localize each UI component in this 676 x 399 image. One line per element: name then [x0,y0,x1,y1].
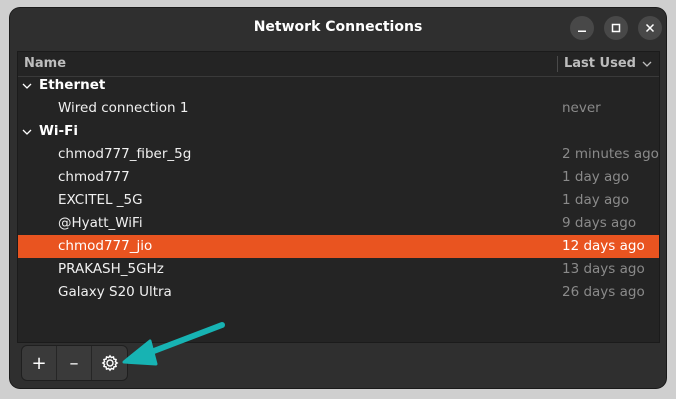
last-used-time: 9 days ago [562,215,637,231]
group-label: Wi-Fi [39,123,78,139]
group-row[interactable]: Wi-Fi [18,120,659,143]
network-connections-window: Network Connections Name Last Used Ether… [10,8,666,388]
maximize-icon [611,23,621,33]
remove-connection-button[interactable]: – [57,346,92,380]
name-column-header[interactable]: Name [24,52,66,76]
connection-row[interactable]: chmod777_jio 12 days ago [18,235,659,258]
connection-name: @Hyatt_WiFi [58,215,143,231]
connection-row[interactable]: chmod777_fiber_5g 2 minutes ago [18,143,659,166]
expander-chevron-icon[interactable] [22,74,32,97]
chevron-down-icon [642,61,652,67]
connection-name: chmod777_fiber_5g [58,146,192,162]
add-connection-button[interactable]: + [22,346,57,380]
connection-name: chmod777_jio [58,238,153,254]
last-used-time: 1 day ago [562,169,630,185]
connections-list[interactable]: Name Last Used Ethernet Wired connection … [17,51,660,343]
minimize-icon [578,30,586,32]
last-used-time: 13 days ago [562,261,645,277]
minimize-button[interactable] [570,16,594,40]
window-title: Network Connections [253,19,423,35]
connection-row[interactable]: @Hyatt_WiFi 9 days ago [18,212,659,235]
title-bar[interactable]: Network Connections [10,8,666,46]
last-used-column-label: Last Used [564,56,636,71]
close-icon [645,23,655,33]
last-used-time: 2 minutes ago [562,146,659,162]
last-used-time: 12 days ago [562,238,645,254]
connection-name: Wired connection 1 [58,100,189,116]
maximize-button[interactable] [604,16,628,40]
connection-name: Galaxy S20 Ultra [58,284,172,300]
group-label: Ethernet [39,77,106,93]
connection-row[interactable]: chmod777 1 day ago [18,166,659,189]
gear-icon [101,354,118,372]
connection-row[interactable]: Wired connection 1 never [18,97,659,120]
connection-toolbar: + – [21,345,128,381]
connection-name: chmod777 [58,169,130,185]
group-row[interactable]: Ethernet [18,74,659,97]
last-used-time: 26 days ago [562,284,645,300]
connection-row[interactable]: PRAKASH_5GHz 13 days ago [18,258,659,281]
column-separator[interactable] [557,56,558,72]
close-button[interactable] [638,16,662,40]
last-used-time: never [562,100,601,116]
last-used-column-header[interactable]: Last Used [564,52,652,76]
last-used-time: 1 day ago [562,192,630,208]
connection-name: PRAKASH_5GHz [58,261,164,277]
expander-chevron-icon[interactable] [22,120,32,143]
connection-row[interactable]: EXCITEL _5G 1 day ago [18,189,659,212]
connection-name: EXCITEL _5G [58,192,143,208]
connection-row[interactable]: Galaxy S20 Ultra 26 days ago [18,281,659,304]
edit-connection-button[interactable] [92,346,127,380]
